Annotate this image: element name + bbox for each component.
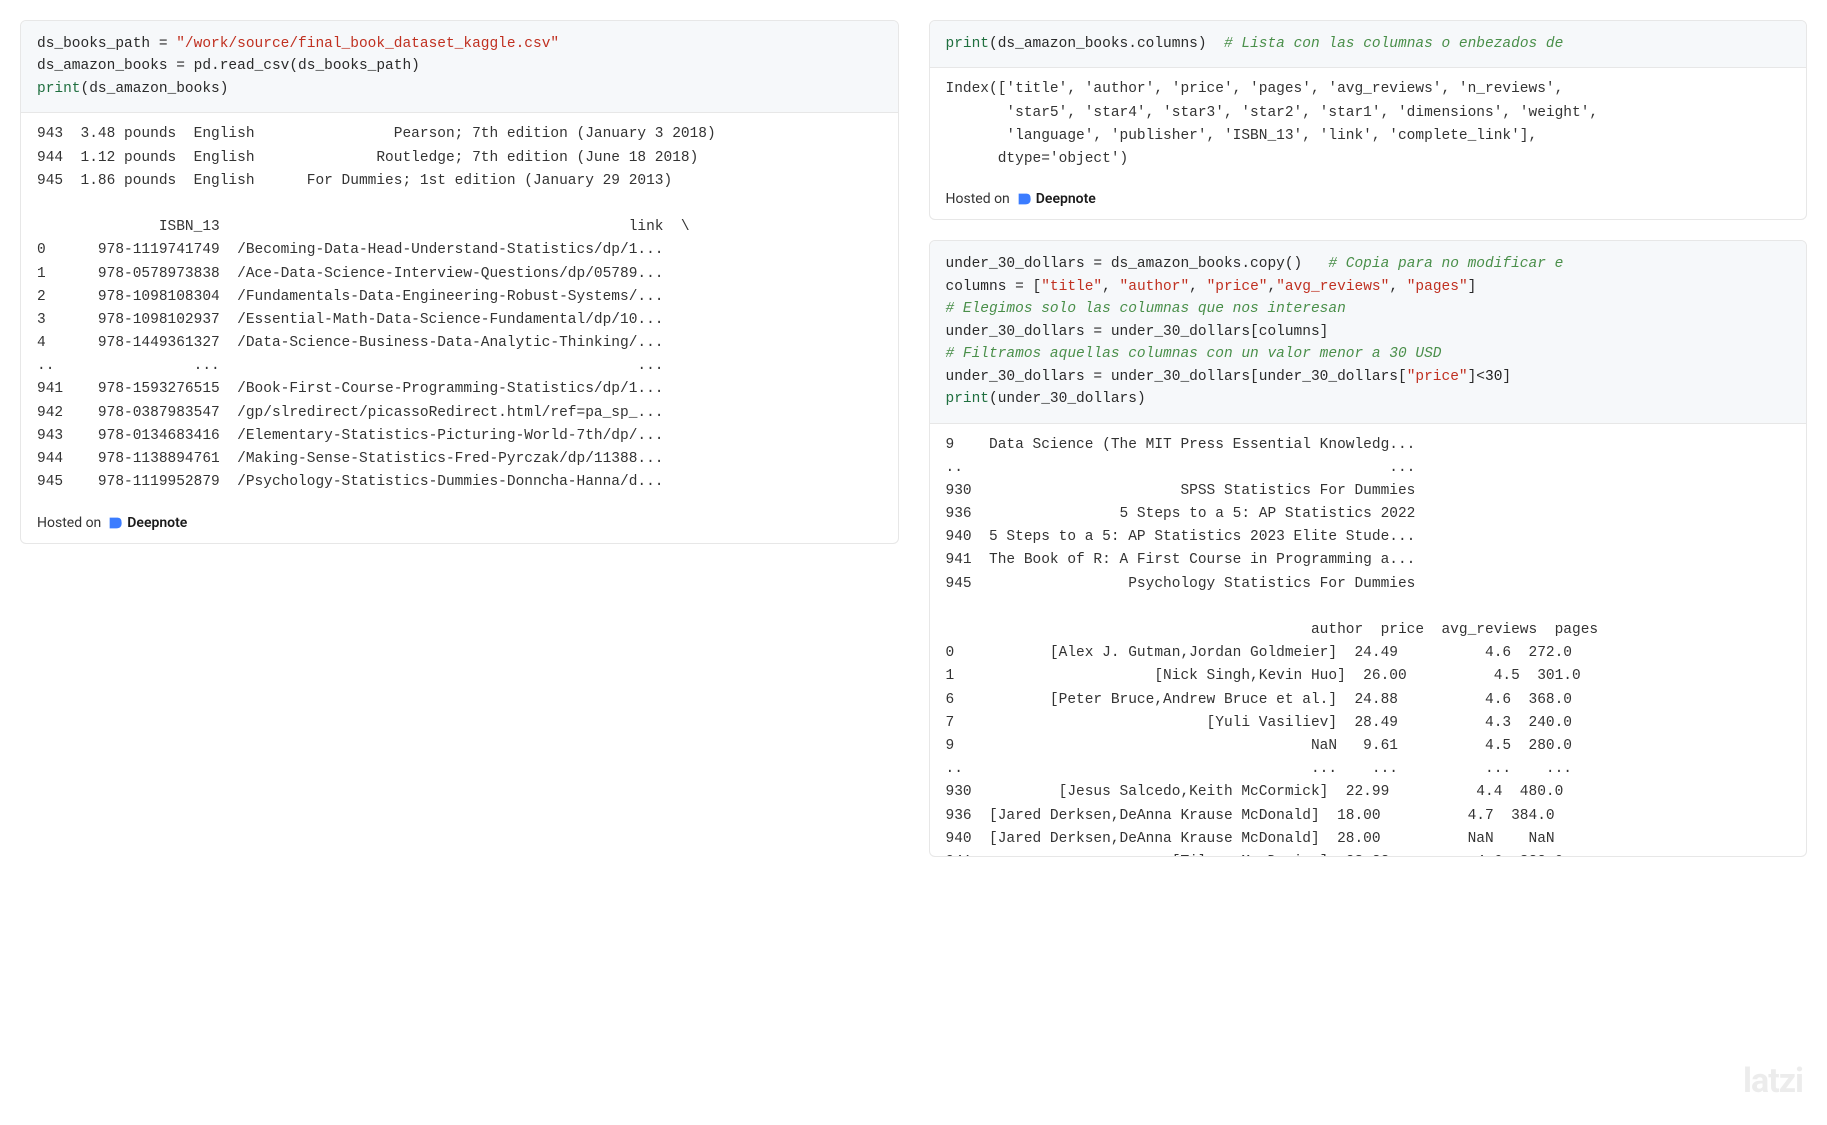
output-block[interactable]: 9 Data Science (The MIT Press Essential … xyxy=(930,424,1807,856)
code-string: "price" xyxy=(1407,369,1468,385)
code-cell-right-top: print(ds_amazon_books.columns) # Lista c… xyxy=(929,20,1808,220)
hosted-label: Hosted on xyxy=(946,191,1010,207)
code-token: (ds_amazon_books.columns) xyxy=(989,36,1224,52)
code-comment: # Lista con las columnas o enbezados de xyxy=(1224,36,1563,52)
hosted-label: Hosted on xyxy=(37,515,101,531)
deepnote-logo: Deepnote xyxy=(1016,191,1096,207)
code-block[interactable]: ds_books_path = "/work/source/final_book… xyxy=(21,21,898,113)
code-block[interactable]: under_30_dollars = ds_amazon_books.copy(… xyxy=(930,241,1807,423)
deepnote-logo: Deepnote xyxy=(107,515,187,531)
code-cell-right-bottom: under_30_dollars = ds_amazon_books.copy(… xyxy=(929,240,1808,856)
code-string: "/work/source/final_book_dataset_kaggle.… xyxy=(176,36,559,52)
code-keyword: print xyxy=(946,36,990,52)
code-string: "avg_reviews" xyxy=(1276,279,1389,295)
code-token: ds_books_path xyxy=(37,36,150,52)
watermark: latzi xyxy=(1743,1061,1803,1101)
output-block[interactable]: Index(['title', 'author', 'price', 'page… xyxy=(930,68,1807,181)
code-token: ] xyxy=(1502,369,1511,385)
output-block[interactable]: 943 3.48 pounds English Pearson; 7th edi… xyxy=(21,113,898,505)
code-token: columns = [ xyxy=(946,279,1042,295)
hosted-badge[interactable]: Hosted on Deepnote xyxy=(930,181,1807,219)
code-string: "price" xyxy=(1207,279,1268,295)
code-block[interactable]: print(ds_amazon_books.columns) # Lista c… xyxy=(930,21,1807,68)
code-keyword: print xyxy=(37,81,81,97)
code-token: (ds_amazon_books) xyxy=(81,81,229,97)
brand-name: Deepnote xyxy=(1036,191,1096,207)
code-token: (under_30_dollars) xyxy=(989,391,1146,407)
code-string: "author" xyxy=(1120,279,1190,295)
code-token: under_30_dollars = under_30_dollars[unde… xyxy=(946,369,1407,385)
hosted-badge[interactable]: Hosted on Deepnote xyxy=(21,505,898,543)
code-string: "title" xyxy=(1041,279,1102,295)
code-number: 30 xyxy=(1485,369,1502,385)
code-line: ds_amazon_books = pd.read_csv(ds_books_p… xyxy=(37,58,420,74)
code-string: "pages" xyxy=(1407,279,1468,295)
code-token: ]< xyxy=(1468,369,1485,385)
code-line: under_30_dollars = under_30_dollars[colu… xyxy=(946,324,1329,340)
code-comment: # Elegimos solo las columnas que nos int… xyxy=(946,301,1346,317)
code-keyword: print xyxy=(946,391,990,407)
code-comment: # Filtramos aquellas columnas con un val… xyxy=(946,346,1442,362)
code-token: under_30_dollars = ds_amazon_books.copy(… xyxy=(946,256,1329,272)
code-cell-left: ds_books_path = "/work/source/final_book… xyxy=(20,20,899,544)
code-comment: # Copia para no modificar e xyxy=(1328,256,1563,272)
brand-name: Deepnote xyxy=(127,515,187,531)
